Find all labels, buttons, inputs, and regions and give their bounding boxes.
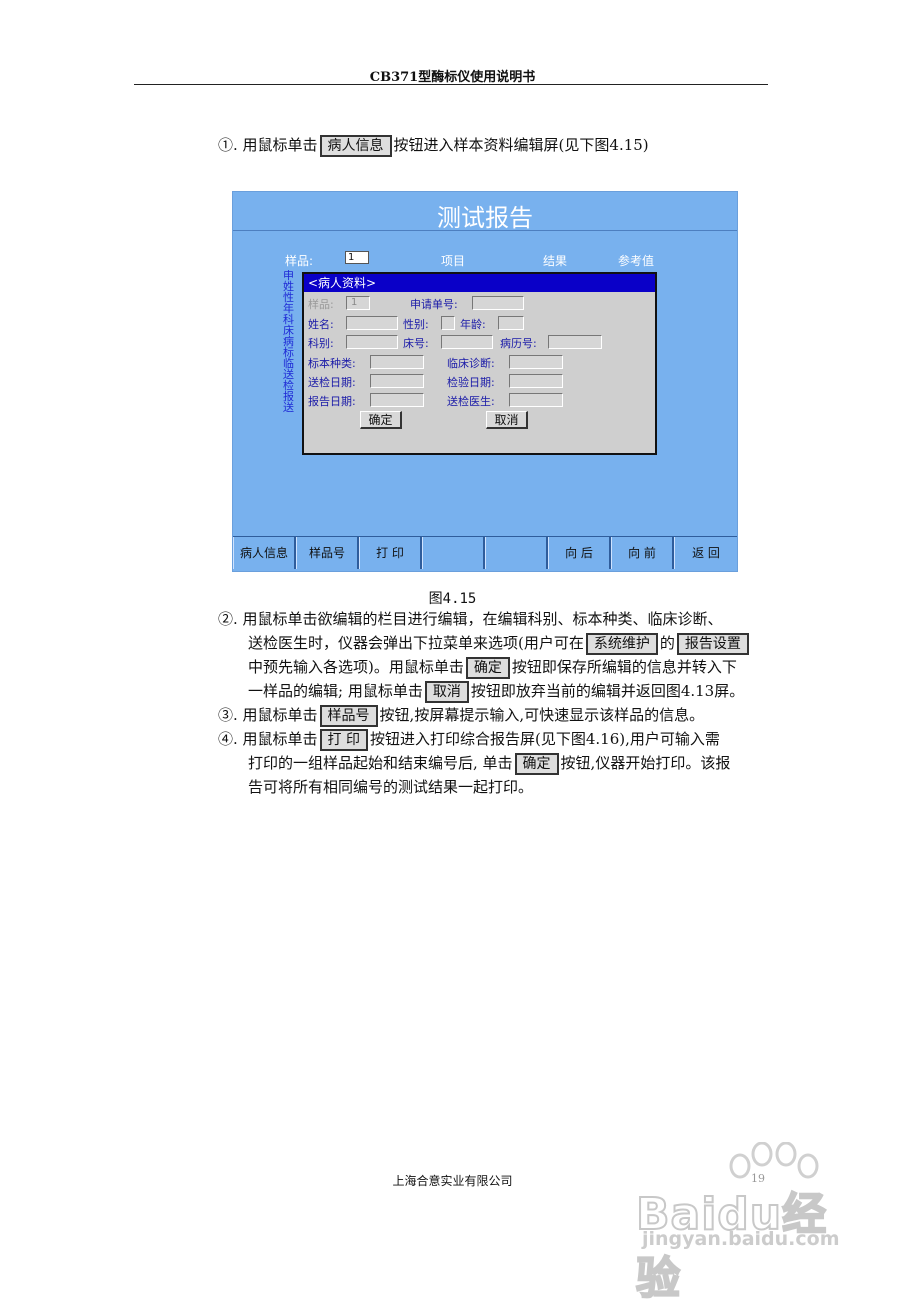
step-3: ③. 用鼠标单击 样品号 按钮,按屏幕提示输入,可快速显示该样品的信息。 xyxy=(218,703,704,727)
sample-number-key: 样品号 xyxy=(319,705,378,727)
step-1: ①. 用鼠标单击 病人信息 按钮进入样本资料编辑屏(见下图4.15) xyxy=(218,133,649,157)
step-2-line-2-a: 送检医生时，仪器会弹出下拉菜单来选项(用户可在 xyxy=(248,634,584,652)
test-date-label: 检验日期: xyxy=(447,376,495,389)
step-4-line-1: ④. 用鼠标单击打 印按钮进入打印综合报告屏(见下图4.16),用户可输入需 xyxy=(218,727,730,751)
patient-info-dialog: <病人资料> 样品: 1 申请单号: 姓名: 性别: 年龄: 科别: 床号: 病… xyxy=(302,272,657,455)
dialog-title: <病人资料> xyxy=(304,274,655,292)
send-date-field xyxy=(370,374,424,388)
step-2-line-2-b: 的 xyxy=(659,634,675,652)
apply-number-label: 申请单号: xyxy=(410,298,458,311)
screen-btn-back: 向 后 xyxy=(548,537,611,569)
step-2-line-3: 中预先输入各选项)。用鼠标单击 确定 按钮即保存所编辑的信息并转入下 xyxy=(218,655,751,679)
step-4-text-a: ④. 用鼠标单击 xyxy=(218,730,318,748)
dialog-cancel-button: 取消 xyxy=(486,411,528,429)
step-2-line-4-b: 按钮即放弃当前的编辑并返回图4.13屏。 xyxy=(470,682,745,700)
diagnosis-field xyxy=(509,355,563,369)
screen-title: 测试报告 xyxy=(437,204,533,232)
step-2: ②. 用鼠标单击欲编辑的栏目进行编辑，在编辑科别、标本种类、临床诊断、 送检医生… xyxy=(218,607,751,703)
sample-number-field: 1 xyxy=(345,251,369,264)
department-label: 科别: xyxy=(308,337,334,350)
column-reference: 参考值 xyxy=(618,254,655,268)
screen-btn-blank-2 xyxy=(485,537,548,569)
department-field xyxy=(346,335,398,349)
doctor-field xyxy=(509,393,563,407)
apply-number-field xyxy=(472,296,524,310)
step-1-text-b: 按钮进入样本资料编辑屏(见下图4.15) xyxy=(393,136,649,154)
specimen-type-field xyxy=(370,355,424,369)
document-header-title: CB371型酶标仪使用说明书 xyxy=(369,70,536,85)
column-result: 结果 xyxy=(543,254,568,268)
step-2-line-4: 一样品的编辑; 用鼠标单击 取消 按钮即放弃当前的编辑并返回图4.13屏。 xyxy=(218,679,751,703)
test-report-screen-figure: 测试报告 样品: 1 项目 结果 参考值 申姓性年科床病标临送检报送 <病人资料… xyxy=(232,191,738,572)
step-2-line-3-b: 按钮即保存所编辑的信息并转入下 xyxy=(511,658,737,676)
bed-label: 床号: xyxy=(403,337,429,350)
hidden-field-labels: 申姓性年科床病标临送检报送 xyxy=(283,270,294,414)
step-4-line-2: 打印的一组样品起始和结束编号后, 单击 确定 按钮,仪器开始打印。该报 xyxy=(218,751,730,775)
specimen-type-label: 标本种类: xyxy=(308,357,356,370)
age-field xyxy=(498,316,524,330)
screen-btn-sample-no: 样品号 xyxy=(296,537,359,569)
watermark-url: jingyan.baidu.com xyxy=(642,1228,840,1250)
figure-caption: 图4.15 xyxy=(428,591,477,607)
test-date-field xyxy=(509,374,563,388)
step-3-text-a: ③. 用鼠标单击 xyxy=(218,706,318,724)
step-4-line-2-a: 打印的一组样品起始和结束编号后, 单击 xyxy=(248,754,513,772)
column-item: 项目 xyxy=(441,254,466,268)
age-label: 年龄: xyxy=(460,318,486,331)
record-number-field xyxy=(548,335,602,349)
name-field xyxy=(346,316,398,330)
system-maintenance-key: 系统维护 xyxy=(585,633,658,655)
step-2-line-2: 送检医生时，仪器会弹出下拉菜单来选项(用户可在 系统维护的报告设置 xyxy=(218,631,751,655)
doctor-label: 送检医生: xyxy=(447,395,495,408)
sex-field xyxy=(441,316,455,330)
diagnosis-label: 临床诊断: xyxy=(447,357,495,370)
dialog-ok-button: 确定 xyxy=(360,411,402,429)
screen-btn-forward: 向 前 xyxy=(611,537,674,569)
screen-btn-print: 打 印 xyxy=(359,537,422,569)
paw-icon xyxy=(729,1142,819,1179)
bed-field xyxy=(441,335,493,349)
step-2-line-3-a: 中预先输入各选项)。用鼠标单击 xyxy=(248,658,464,676)
screen-btn-blank-1 xyxy=(422,537,485,569)
screen-btn-patient-info: 病人信息 xyxy=(233,537,296,569)
report-date-field xyxy=(370,393,424,407)
step-1-text-a: ①. 用鼠标单击 xyxy=(218,136,318,154)
sample-label: 样品: xyxy=(285,254,314,268)
step-2-line-1: ②. 用鼠标单击欲编辑的栏目进行编辑，在编辑科别、标本种类、临床诊断、 xyxy=(218,610,723,628)
record-number-label: 病历号: xyxy=(500,337,537,350)
report-date-label: 报告日期: xyxy=(308,395,356,408)
dialog-sample-label: 样品: xyxy=(308,298,334,311)
baidu-watermark: Baidu经验 jingyan.baidu.com xyxy=(635,1142,846,1305)
confirm-key-2: 确定 xyxy=(514,753,559,775)
dialog-sample-field: 1 xyxy=(346,296,370,310)
sex-label: 性别: xyxy=(403,318,429,331)
step-4-line-3: 告可将所有相同编号的测试结果一起打印。 xyxy=(248,778,534,796)
print-key: 打 印 xyxy=(319,729,368,751)
step-4-line-2-b: 按钮,仪器开始打印。该报 xyxy=(560,754,731,772)
screen-btn-return: 返 回 xyxy=(674,537,737,569)
step-3-text-b: 按钮,按屏幕提示输入,可快速显示该样品的信息。 xyxy=(379,706,705,724)
patient-info-key: 病人信息 xyxy=(319,135,392,157)
screen-button-bar: 病人信息 样品号 打 印 向 后 向 前 返 回 xyxy=(233,536,737,571)
step-2-line-4-a: 一样品的编辑; 用鼠标单击 xyxy=(248,682,423,700)
step-4: ④. 用鼠标单击打 印按钮进入打印综合报告屏(见下图4.16),用户可输入需 打… xyxy=(218,727,730,799)
report-settings-key: 报告设置 xyxy=(676,633,749,655)
header-divider xyxy=(134,84,768,85)
confirm-key: 确定 xyxy=(465,657,510,679)
cancel-key: 取消 xyxy=(424,681,469,703)
step-4-text-b: 按钮进入打印综合报告屏(见下图4.16),用户可输入需 xyxy=(370,730,720,748)
name-label: 姓名: xyxy=(308,318,334,331)
screen-title-divider xyxy=(233,230,737,231)
send-date-label: 送检日期: xyxy=(308,376,356,389)
